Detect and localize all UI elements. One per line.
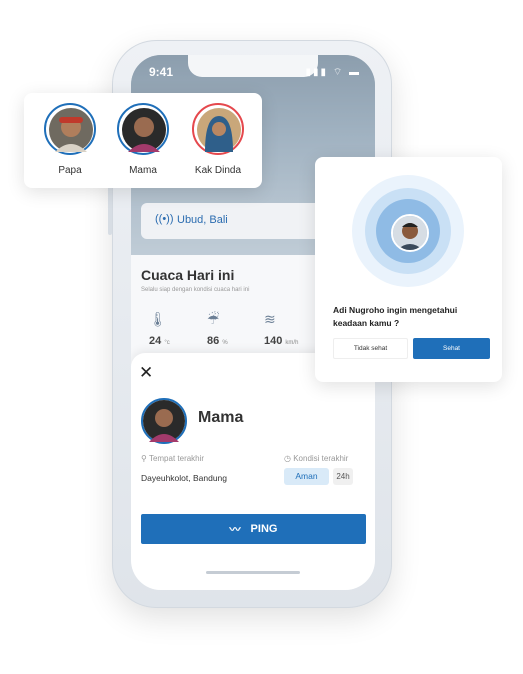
weather-subtitle: Selalu siap dengan kondisi cuaca hari in…	[141, 287, 250, 293]
family-member-mama[interactable]: Mama	[111, 103, 175, 176]
place-label: ⚲ Tempat terakhir	[141, 454, 205, 463]
member-name: Mama	[198, 409, 244, 426]
rain-icon: ☔	[207, 311, 220, 327]
time-badge: 24h	[333, 468, 353, 485]
family-member-name: Mama	[129, 165, 157, 176]
weather-temperature: 🌡 24 °c	[149, 311, 209, 347]
signal-icon: 〰	[229, 524, 241, 536]
avatar	[141, 398, 187, 444]
family-member-name: Kak Dinda	[194, 165, 242, 176]
member-detail-sheet: ✕ Mama ⚲ Tempat terakhir Dayeuhkolot, Ba…	[131, 353, 375, 590]
phone-notch	[188, 55, 318, 77]
condition-label: ◷ Kondisi terakhir	[284, 454, 349, 463]
weather-title: Cuaca Hari ini	[141, 267, 235, 283]
status-icons: ▮▮▮ ⌔ ▬	[305, 67, 361, 78]
status-badge: Aman	[284, 468, 329, 485]
status-time: 9:41	[149, 65, 174, 79]
not-healthy-button[interactable]: Tidak sehat	[333, 338, 408, 359]
health-check-card: Adi Nugroho ingin mengetahui keadaan kam…	[315, 157, 502, 382]
healthy-button[interactable]: Sehat	[413, 338, 490, 359]
broadcast-icon: ((•))	[155, 213, 174, 225]
clock-icon: ◷	[284, 454, 294, 463]
avatar	[192, 103, 244, 155]
phone-side-button	[108, 185, 112, 235]
close-icon[interactable]: ✕	[139, 363, 153, 383]
family-member-papa[interactable]: Papa	[38, 103, 102, 176]
thermometer-icon: 🌡	[149, 311, 167, 327]
family-card: Papa Mama Kak Dinda	[24, 93, 262, 188]
ping-button[interactable]: 〰 PING	[141, 514, 366, 544]
notification-message: Adi Nugroho ingin mengetahui keadaan kam…	[333, 305, 458, 328]
place-value: Dayeuhkolot, Bandung	[141, 473, 228, 483]
family-member-kak-dinda[interactable]: Kak Dinda	[186, 103, 250, 176]
location-name: Ubud, Bali	[177, 214, 228, 226]
family-member-name: Papa	[58, 165, 82, 176]
home-indicator	[206, 571, 300, 574]
avatar	[44, 103, 96, 155]
weather-humidity: ☔ 86 %	[207, 311, 267, 347]
avatar	[117, 103, 169, 155]
avatar	[391, 214, 429, 252]
footprint-icon: ⚲	[141, 454, 149, 463]
